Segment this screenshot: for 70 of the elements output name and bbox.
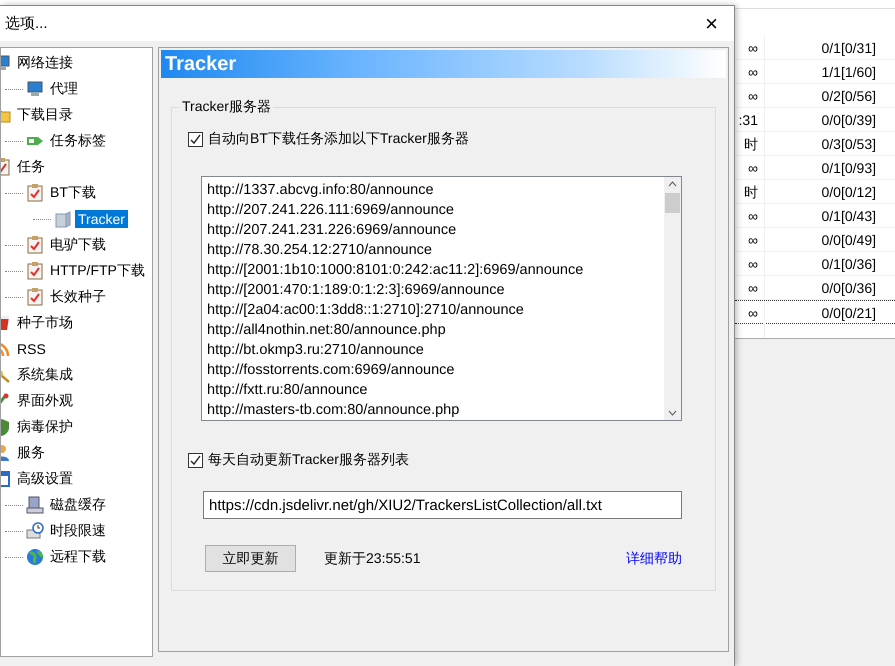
- checkbox[interactable]: [188, 132, 203, 146]
- list-item[interactable]: http://[2001:1b10:1000:8101:0:242:ac11:2]:6969/announce: [207, 260, 664, 280]
- table-cell-text: 0/1[0/93]: [820, 159, 877, 178]
- check-icon: [190, 134, 201, 144]
- tree-item[interactable]: 任务标签: [47, 131, 109, 151]
- globe-icon: [26, 548, 44, 566]
- clipboard-icon: [26, 262, 44, 280]
- table-cell-text: 0/3[0/53]: [820, 135, 877, 154]
- scrollbar[interactable]: [664, 177, 681, 420]
- table-cell-text: 0/1[0/43]: [820, 207, 877, 226]
- table-cell-text: 1/1[1/60]: [820, 63, 877, 82]
- table-cell-text: 0/0[0/12]: [820, 183, 877, 202]
- list-item[interactable]: http://207.241.226.111:6969/announce: [207, 200, 664, 220]
- table-cell-text: 0/0[0/49]: [820, 231, 877, 250]
- list-item[interactable]: http://all4nothin.net:80/announce.php: [207, 320, 664, 340]
- tree-item[interactable]: 种子市场: [14, 313, 76, 333]
- list-item[interactable]: http://1337.abcvg.info:80/announce: [207, 180, 664, 200]
- table-cell-text: 0/1[0/31]: [820, 39, 877, 58]
- tree-item[interactable]: 代理: [47, 79, 81, 99]
- disk-drive-icon: [26, 496, 44, 514]
- checkbox-label: 自动向BT下载任务添加以下Tracker服务器: [208, 130, 469, 148]
- table-cell-text: 0/0[0/36]: [820, 279, 877, 298]
- help-link[interactable]: 详细帮助: [626, 550, 682, 568]
- list-item[interactable]: http://fxtt.ru:80/announce: [207, 380, 664, 400]
- close-button[interactable]: ×: [701, 12, 722, 34]
- tree-item[interactable]: BT下载: [47, 183, 99, 203]
- tree-item[interactable]: 高级设置: [14, 469, 76, 489]
- panel-title: Tracker: [161, 50, 726, 78]
- checkbox[interactable]: [188, 452, 203, 468]
- tree-item[interactable]: 任务: [14, 157, 48, 177]
- tree-item[interactable]: 磁盘缓存: [47, 495, 109, 515]
- table-cell-text: 0/0[0/39]: [820, 111, 877, 130]
- clock-icon: [26, 522, 44, 540]
- list-item[interactable]: http://[2a04:ac00:1:3dd8::1:2710]:2710/announce: [207, 300, 664, 320]
- table-cell-text: 0/1[0/36]: [820, 255, 877, 274]
- list-item[interactable]: http://masters-tb.com:80/announce.php: [207, 400, 664, 420]
- group-title: Tracker服务器: [181, 98, 272, 116]
- window-title: 选项...: [5, 14, 48, 33]
- clipboard-icon: [26, 236, 44, 254]
- computer-icon: [26, 80, 44, 98]
- list-item[interactable]: http://bt.okmp3.ru:2710/announce: [207, 340, 664, 360]
- tree-item[interactable]: Tracker: [75, 210, 128, 228]
- tree-item[interactable]: 长效种子: [47, 287, 109, 307]
- check-icon: [190, 454, 201, 466]
- tree-item[interactable]: 下载目录: [14, 105, 76, 125]
- list-item[interactable]: http://207.241.231.226:6969/announce: [207, 220, 664, 240]
- tree-item[interactable]: 界面外观: [14, 391, 76, 411]
- list-item[interactable]: http://78.30.254.12:2710/announce: [207, 240, 664, 260]
- tree-item[interactable]: RSS: [14, 340, 49, 358]
- server-icon: [54, 210, 72, 228]
- checkbox-label: 每天自动更新Tracker服务器列表: [208, 451, 409, 469]
- tree-item[interactable]: 服务: [14, 443, 48, 463]
- tree-item[interactable]: 病毒保护: [14, 417, 76, 437]
- tree-item[interactable]: 时段限速: [47, 521, 109, 541]
- scrollbar-thumb[interactable]: [665, 193, 680, 213]
- tree-item[interactable]: 网络连接: [14, 53, 76, 73]
- clipboard-icon: [26, 184, 44, 202]
- tracker-list[interactable]: [201, 176, 682, 421]
- table-cell-text: 0/2[0/56]: [820, 87, 877, 106]
- tree-item[interactable]: 电驴下载: [47, 235, 109, 255]
- tree-item[interactable]: 远程下载: [47, 547, 109, 567]
- table-cell-text: 0/0[0/21]: [820, 304, 877, 323]
- update-now-button[interactable]: 立即更新: [205, 545, 296, 572]
- tree-item[interactable]: 系统集成: [14, 365, 76, 385]
- clipboard-icon: [26, 288, 44, 306]
- tree-item[interactable]: HTTP/FTP下载: [47, 261, 148, 281]
- list-item[interactable]: http://[2001:470:1:189:0:1:2:3]:6969/announce: [207, 280, 664, 300]
- list-item[interactable]: http://fosstorrents.com:6969/announce: [207, 360, 664, 380]
- last-update-text: 更新于23:55:51: [324, 550, 422, 568]
- url-field[interactable]: https://cdn.jsdelivr.net/gh/XIU2/TrackersListCollection/all.txt: [203, 491, 682, 519]
